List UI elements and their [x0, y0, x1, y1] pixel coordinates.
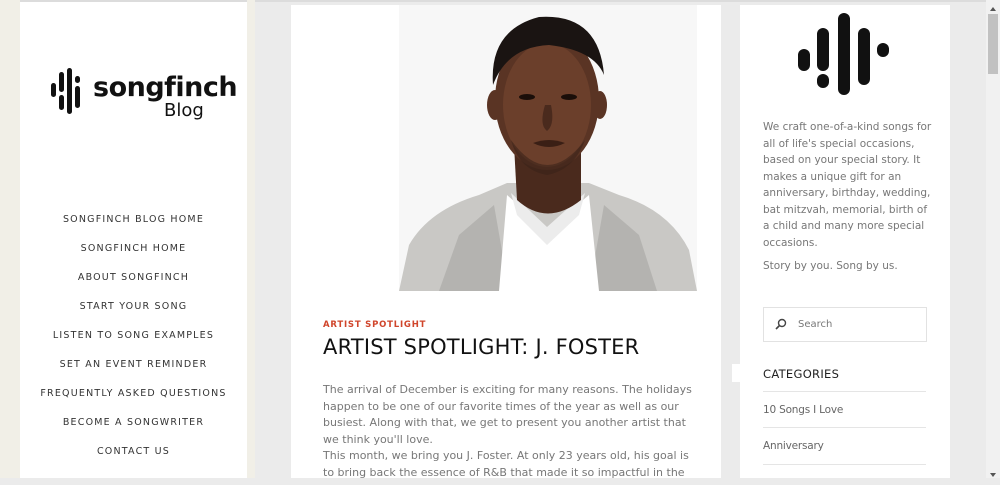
page-margin-gutter: [247, 0, 255, 478]
nav-song-examples[interactable]: LISTEN TO SONG EXAMPLES: [20, 321, 247, 350]
sound-bars-icon: [798, 13, 889, 95]
nav-about[interactable]: ABOUT SONGFINCH: [20, 263, 247, 292]
category-link[interactable]: 10 Songs I Love: [763, 404, 843, 416]
divider: [763, 464, 926, 465]
page-scrollbar[interactable]: [986, 0, 1000, 478]
search-input[interactable]: [798, 308, 923, 341]
right-sidebar: We craft one-of-a-kind songs for all of …: [740, 5, 950, 478]
article-card: ARTIST SPOTLIGHT ARTIST SPOTLIGHT: J. FO…: [291, 5, 721, 478]
scroll-up-arrow-icon[interactable]: [986, 0, 1000, 12]
post-title[interactable]: ARTIST SPOTLIGHT: J. FOSTER: [323, 335, 639, 359]
nav-blog-home[interactable]: SONGFINCH BLOG HOME: [20, 205, 247, 234]
category-link[interactable]: Anniversary: [763, 440, 824, 452]
tagline: Story by you. Song by us.: [763, 260, 898, 272]
scroll-down-arrow-icon[interactable]: [986, 466, 1000, 478]
artist-portrait-image: [399, 5, 697, 291]
nav-contact[interactable]: CONTACT US: [20, 437, 247, 466]
magnifier-icon: [775, 318, 787, 330]
nav-start-song[interactable]: START YOUR SONG: [20, 292, 247, 321]
nav-songfinch-home[interactable]: SONGFINCH HOME: [20, 234, 247, 263]
sound-bars-icon: [51, 68, 80, 114]
logo-subtitle: Blog: [164, 100, 204, 121]
search-box[interactable]: [763, 307, 927, 342]
about-text: We craft one-of-a-kind songs for all of …: [763, 121, 932, 249]
nav-event-reminder[interactable]: SET AN EVENT REMINDER: [20, 350, 247, 379]
featured-image[interactable]: [399, 5, 697, 291]
post-paragraph-1: The arrival of December is exciting for …: [323, 383, 692, 446]
page-margin-left: [0, 0, 20, 478]
nav-become-songwriter[interactable]: BECOME A SONGWRITER: [20, 408, 247, 437]
post-category-link[interactable]: ARTIST SPOTLIGHT: [323, 320, 426, 330]
divider: [763, 391, 926, 392]
categories-heading: CATEGORIES: [763, 367, 840, 381]
site-logo[interactable]: songfinch Blog: [51, 66, 238, 126]
post-paragraph-2: This month, we bring you J. Foster. At o…: [323, 449, 689, 478]
left-sidebar: songfinch Blog SONGFINCH BLOG HOME SONGF…: [20, 2, 247, 478]
widget-notch: [732, 364, 740, 382]
nav-faq[interactable]: FREQUENTLY ASKED QUESTIONS: [20, 379, 247, 408]
divider: [763, 427, 926, 428]
main-nav: SONGFINCH BLOG HOME SONGFINCH HOME ABOUT…: [20, 205, 247, 466]
scroll-thumb[interactable]: [988, 14, 998, 74]
